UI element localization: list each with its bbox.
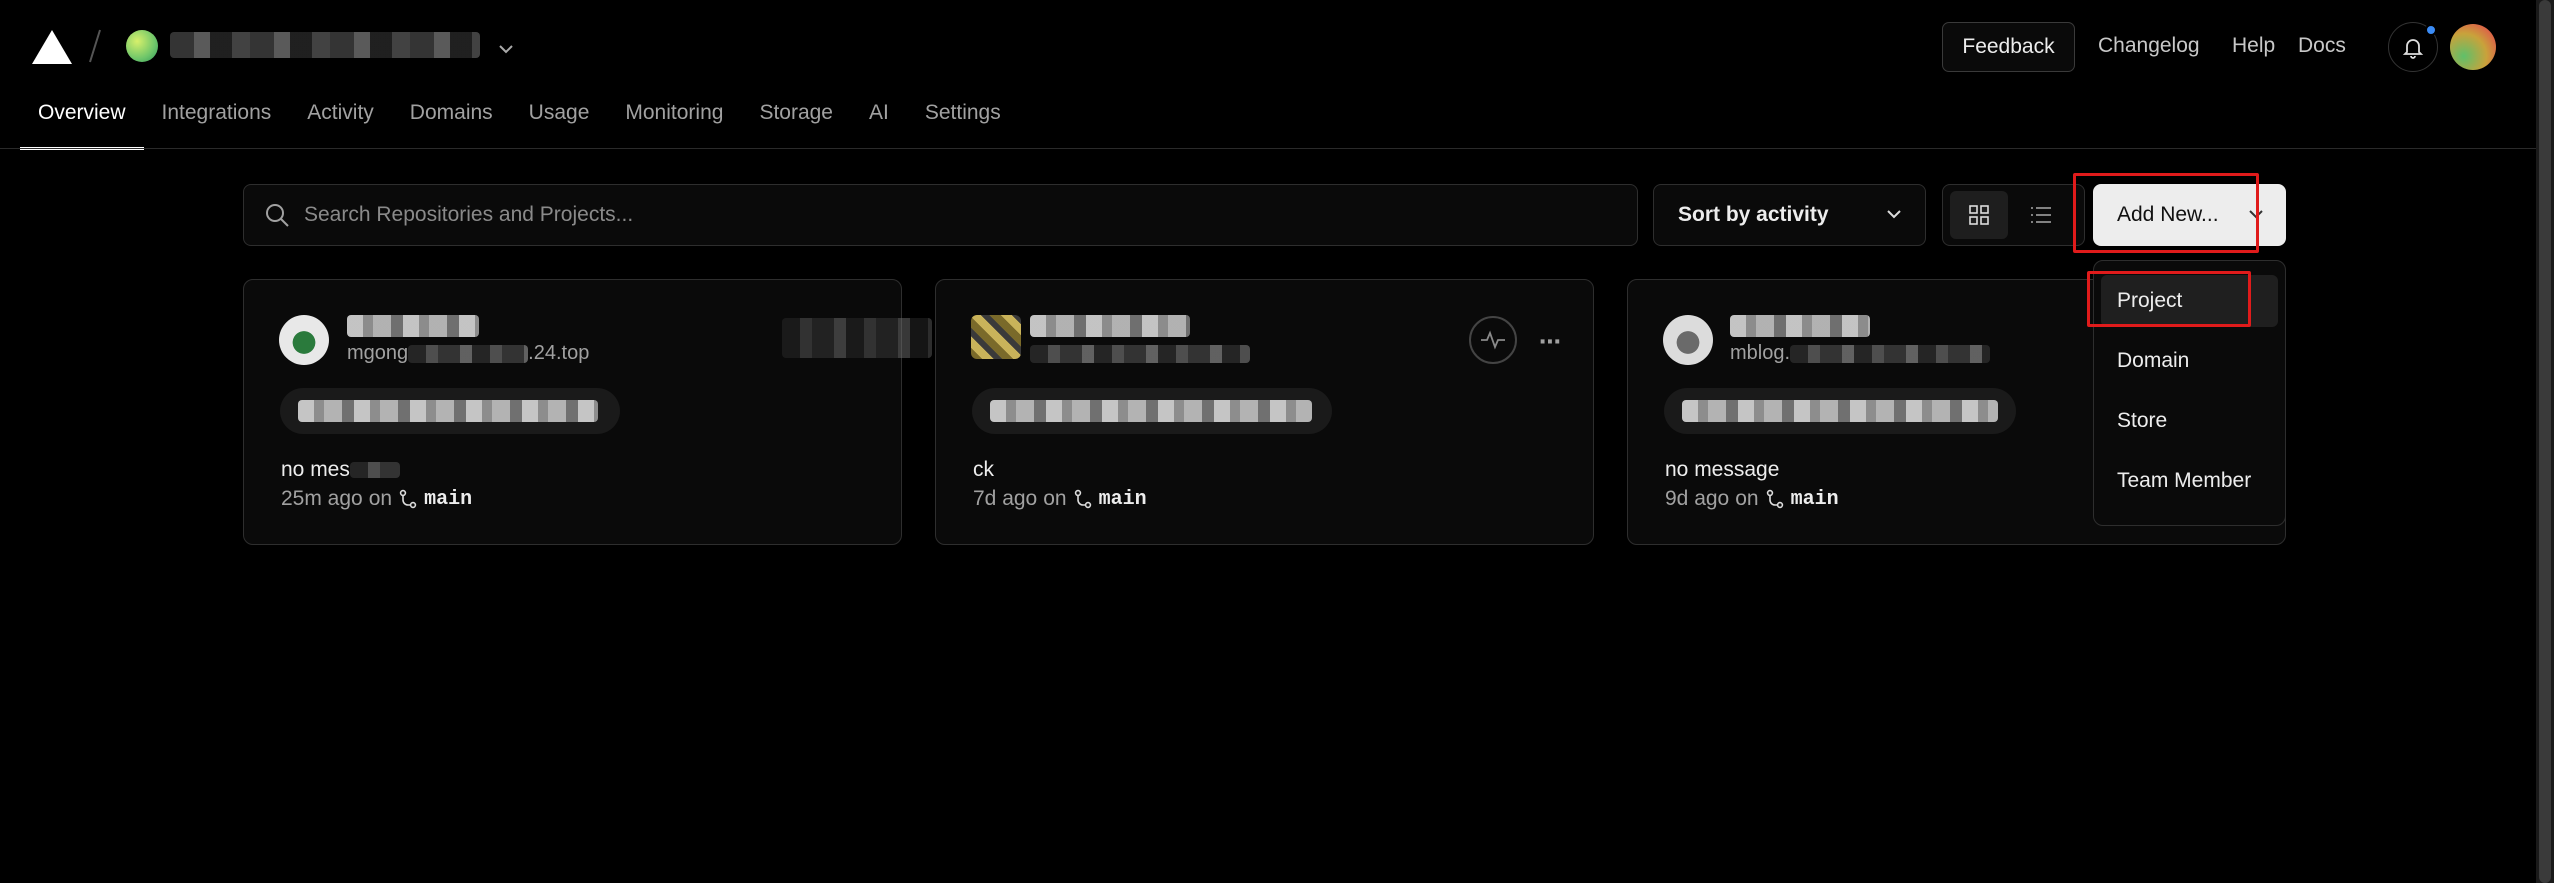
more-options-icon[interactable]: ⋯ <box>1538 329 1562 354</box>
highlight-box-add-new <box>2073 173 2259 253</box>
notification-dot <box>2425 24 2437 36</box>
sort-label: Sort by activity <box>1678 203 1829 226</box>
project-url[interactable]: mgong .24.top <box>347 342 589 365</box>
menu-item-team-member[interactable]: Team Member <box>2101 455 2278 507</box>
search-icon <box>266 204 289 227</box>
commit-message: no mes <box>281 458 400 482</box>
grid-icon <box>1969 205 1989 225</box>
scrollbar-thumb[interactable] <box>2539 0 2551 883</box>
team-avatar[interactable] <box>126 30 158 62</box>
team-name-redacted[interactable] <box>170 32 480 58</box>
vercel-logo-icon[interactable] <box>32 30 72 64</box>
project-nav-tabs: Overview Integrations Activity Domains U… <box>20 98 1019 150</box>
redacted-region <box>782 318 932 358</box>
list-view-button[interactable] <box>2012 191 2070 239</box>
docs-link[interactable]: Docs <box>2298 34 2346 58</box>
tab-integrations[interactable]: Integrations <box>144 98 290 150</box>
tab-storage[interactable]: Storage <box>741 98 851 150</box>
chevron-down-icon <box>1887 210 1901 219</box>
tab-activity[interactable]: Activity <box>289 98 392 150</box>
tab-settings[interactable]: Settings <box>907 98 1019 150</box>
branch-name: main <box>424 487 473 511</box>
project-name-redacted[interactable] <box>347 315 479 337</box>
activity-pulse-icon <box>1481 330 1505 350</box>
commit-message: no message <box>1665 458 1780 481</box>
branch-name: main <box>1098 487 1147 511</box>
commit-message: ck <box>973 458 994 481</box>
project-favicon <box>971 315 1021 359</box>
branch-name: main <box>1790 487 1839 511</box>
commit-meta: 9d ago on main <box>1665 487 1839 511</box>
git-branch-icon <box>399 489 417 509</box>
bell-icon <box>2402 39 2424 59</box>
project-favicon <box>279 315 329 365</box>
tab-usage[interactable]: Usage <box>511 98 608 150</box>
git-branch-icon <box>1766 489 1783 509</box>
user-avatar[interactable] <box>2450 24 2496 70</box>
repo-pill[interactable] <box>280 388 620 434</box>
commit-meta: 25m ago on main <box>281 487 473 511</box>
search-input[interactable] <box>304 195 1604 235</box>
project-url-redacted[interactable] <box>1030 345 1250 363</box>
list-icon <box>2031 207 2051 223</box>
grid-view-button[interactable] <box>1950 191 2008 239</box>
highlight-box-project <box>2087 271 2251 327</box>
activity-button[interactable] <box>1469 316 1517 364</box>
repo-pill[interactable] <box>972 388 1332 434</box>
team-switcher-chevron-icon[interactable] <box>498 44 514 54</box>
tab-domains[interactable]: Domains <box>392 98 511 150</box>
nav-divider <box>0 148 2554 149</box>
project-name-redacted[interactable] <box>1030 315 1190 337</box>
repo-pill[interactable] <box>1664 388 2016 434</box>
commit-meta: 7d ago on main <box>973 487 1147 511</box>
menu-item-domain[interactable]: Domain <box>2101 335 2278 387</box>
help-link[interactable]: Help <box>2232 34 2275 58</box>
project-url[interactable]: mblog. <box>1730 342 1991 365</box>
project-name-redacted[interactable] <box>1730 315 1870 337</box>
breadcrumb-separator-icon <box>89 29 101 63</box>
tab-ai[interactable]: AI <box>851 98 907 150</box>
tab-overview[interactable]: Overview <box>20 98 144 150</box>
git-branch-icon <box>1074 489 1091 509</box>
feedback-button[interactable]: Feedback <box>1942 22 2075 72</box>
changelog-link[interactable]: Changelog <box>2098 34 2200 58</box>
tab-monitoring[interactable]: Monitoring <box>607 98 741 150</box>
menu-item-store[interactable]: Store <box>2101 395 2278 447</box>
project-favicon <box>1663 315 1713 365</box>
